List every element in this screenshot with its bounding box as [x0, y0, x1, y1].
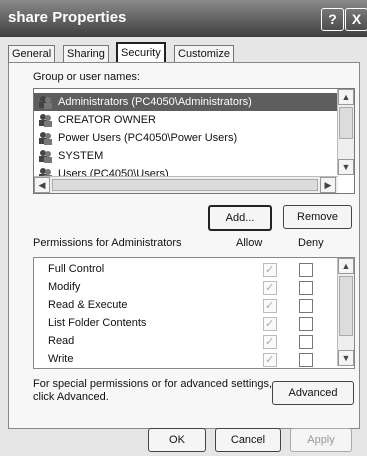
allow-checkbox[interactable]: ✓	[263, 281, 277, 295]
user-group-icon	[39, 96, 52, 109]
list-item-system[interactable]: SYSTEM	[34, 147, 354, 165]
check-icon: ✓	[265, 300, 275, 312]
scroll-thumb[interactable]	[339, 107, 353, 139]
permission-name: Write	[48, 353, 74, 365]
deny-header: Deny	[298, 237, 324, 249]
permission-name: Full Control	[48, 263, 105, 275]
permissions-list: Full Control ✓ Modify ✓ Read & Execute ✓…	[33, 257, 355, 369]
check-icon: ✓	[265, 318, 275, 330]
allow-checkbox[interactable]: ✓	[263, 317, 277, 331]
deny-checkbox[interactable]	[299, 317, 313, 331]
group-label: Group or user names:	[33, 71, 140, 83]
allow-checkbox[interactable]: ✓	[263, 335, 277, 349]
allow-checkbox[interactable]: ✓	[263, 299, 277, 313]
help-button[interactable]: ?	[321, 8, 344, 31]
add-button[interactable]: Add...	[208, 205, 272, 231]
permission-name: Read & Execute	[48, 299, 128, 311]
tab-general[interactable]: General	[8, 45, 56, 63]
list-item-label: Administrators (PC4050\Administrators)	[58, 96, 252, 108]
list-item-power-users[interactable]: Power Users (PC4050\Power Users)	[34, 129, 354, 147]
title-bar: share Properties ? X	[0, 0, 367, 37]
tab-customize[interactable]: Customize	[174, 45, 234, 63]
list-item-label: SYSTEM	[58, 150, 104, 162]
scroll-down-icon[interactable]: ▼	[338, 159, 354, 175]
permissions-scrollbar[interactable]: ▲ ▼	[337, 258, 354, 366]
deny-checkbox[interactable]	[299, 353, 313, 367]
close-button[interactable]: X	[345, 8, 367, 31]
list-item-label: CREATOR OWNER	[58, 114, 156, 126]
scroll-right-icon[interactable]: ▶	[320, 177, 336, 193]
window-title: share Properties	[8, 9, 127, 26]
user-group-icon	[39, 132, 52, 145]
scroll-thumb[interactable]	[339, 276, 353, 336]
deny-checkbox[interactable]	[299, 335, 313, 349]
list-item-label: Power Users (PC4050\Power Users)	[58, 132, 238, 144]
user-list-horizontal-scrollbar[interactable]: ◀ ▶	[34, 176, 338, 193]
apply-button[interactable]: Apply	[290, 428, 352, 452]
allow-checkbox[interactable]: ✓	[263, 263, 277, 277]
scroll-left-icon[interactable]: ◀	[34, 177, 50, 193]
deny-checkbox[interactable]	[299, 281, 313, 295]
scroll-up-icon[interactable]: ▲	[338, 258, 354, 274]
list-item-administrators[interactable]: Administrators (PC4050\Administrators)	[34, 93, 354, 111]
check-icon: ✓	[265, 282, 275, 294]
allow-checkbox[interactable]: ✓	[263, 353, 277, 367]
permission-row: Full Control ✓	[34, 260, 334, 278]
deny-checkbox[interactable]	[299, 299, 313, 313]
permission-row: Read ✓	[34, 332, 334, 350]
permissions-label: Permissions for Administrators	[33, 237, 182, 249]
permission-row: Write ✓	[34, 350, 334, 368]
check-icon: ✓	[265, 264, 275, 276]
permission-row: Read & Execute ✓	[34, 296, 334, 314]
allow-header: Allow	[236, 237, 263, 249]
permission-row: List Folder Contents ✓	[34, 314, 334, 332]
advanced-hint: For special permissions or for advanced …	[33, 378, 273, 403]
properties-dialog: share Properties ? X General Sharing Sec…	[0, 0, 367, 456]
scroll-up-icon[interactable]: ▲	[338, 89, 354, 105]
permission-name: Read	[48, 335, 75, 347]
tab-sharing[interactable]: Sharing	[63, 45, 109, 63]
scroll-down-icon[interactable]: ▼	[338, 350, 354, 366]
permission-row: Modify ✓	[34, 278, 334, 296]
permission-name: Modify	[48, 281, 81, 293]
list-item-creator-owner[interactable]: CREATOR OWNER	[34, 111, 354, 129]
advanced-button[interactable]: Advanced	[272, 381, 354, 405]
remove-button[interactable]: Remove	[283, 205, 352, 229]
check-icon: ✓	[265, 336, 275, 348]
check-icon: ✓	[265, 354, 275, 366]
user-group-icon	[39, 150, 52, 163]
deny-checkbox[interactable]	[299, 263, 313, 277]
user-group-icon	[39, 114, 52, 127]
user-listbox[interactable]: Administrators (PC4050\Administrators) C…	[33, 88, 355, 194]
ok-button[interactable]: OK	[148, 428, 206, 452]
cancel-button[interactable]: Cancel	[215, 428, 281, 452]
user-list-vertical-scrollbar[interactable]: ▲ ▼	[337, 89, 354, 175]
permission-name: List Folder Contents	[48, 317, 147, 329]
scroll-thumb[interactable]	[52, 179, 318, 191]
